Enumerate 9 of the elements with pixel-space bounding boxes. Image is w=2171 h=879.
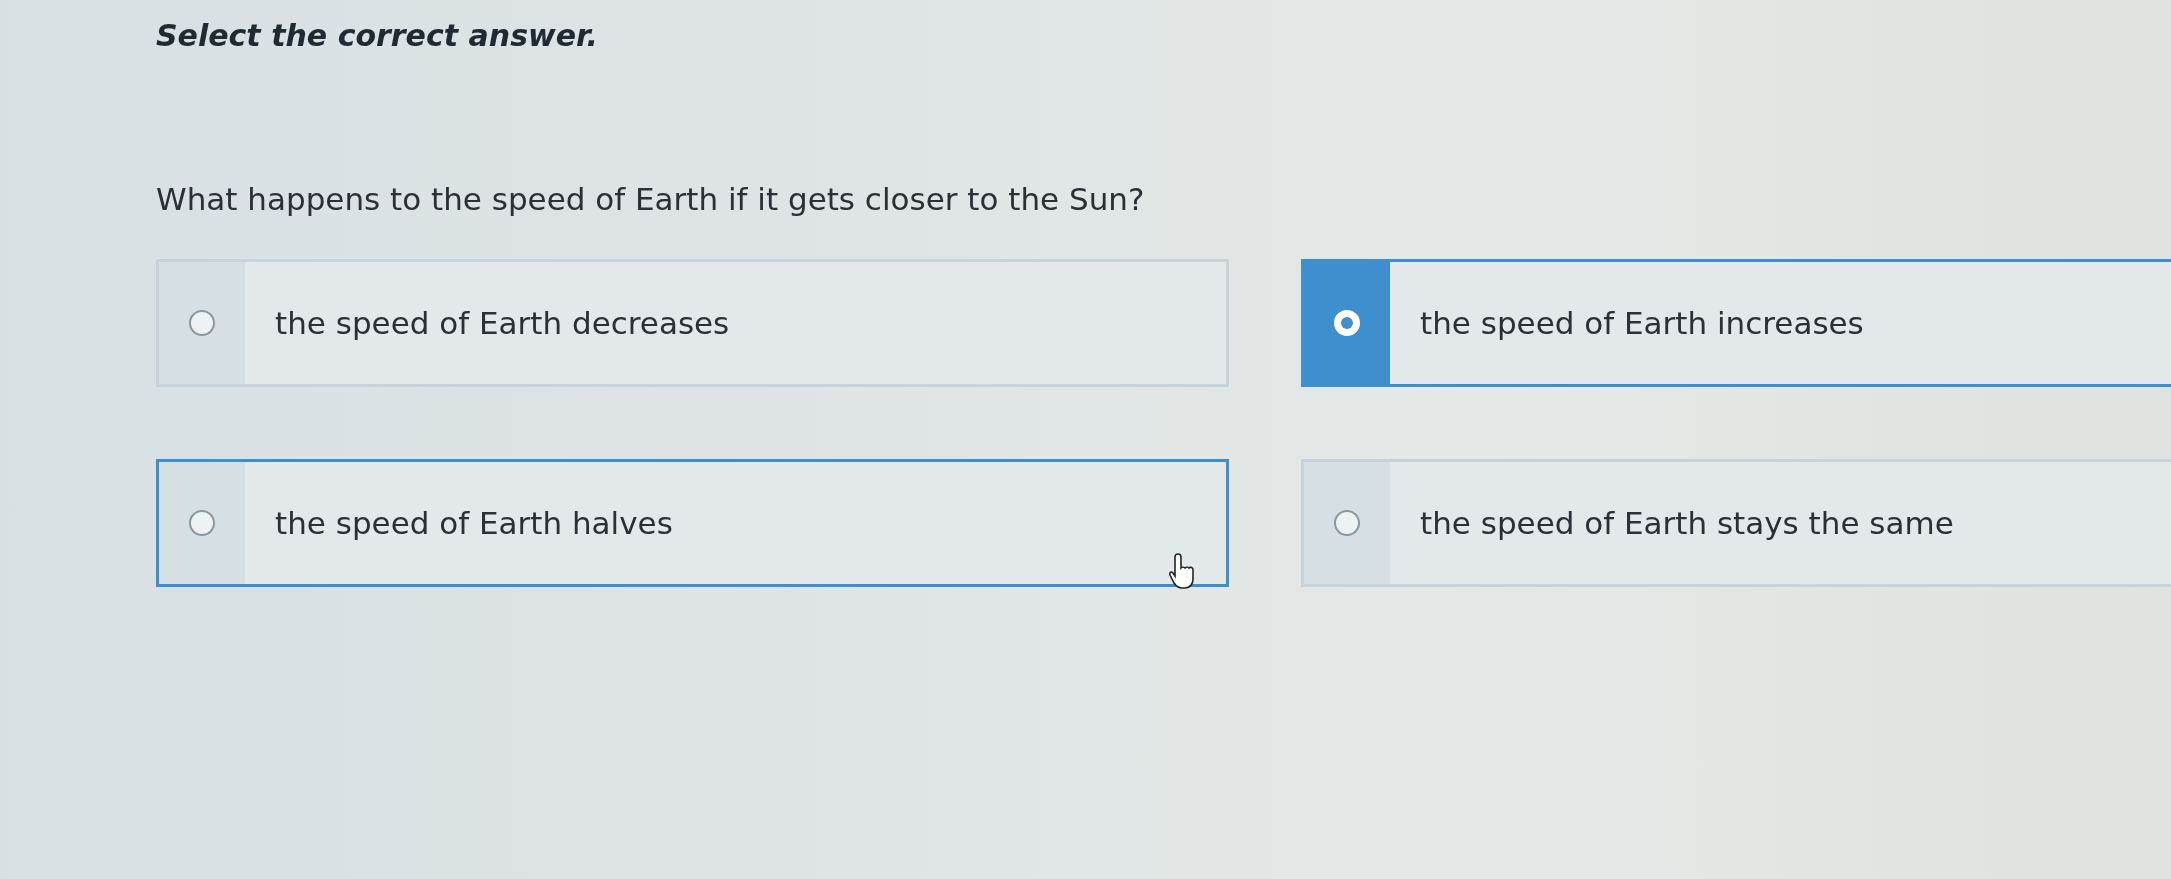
answer-option[interactable]: the speed of Earth stays the same <box>1301 459 2171 587</box>
answer-option[interactable]: the speed of Earth increases <box>1301 259 2171 387</box>
answer-option[interactable]: the speed of Earth decreases <box>156 259 1229 387</box>
instruction-text: Select the correct answer. <box>156 18 599 53</box>
answer-option[interactable]: the speed of Earth halves <box>156 459 1229 587</box>
radio-button[interactable] <box>1334 510 1360 536</box>
radio-button[interactable] <box>189 510 215 536</box>
radio-button[interactable] <box>189 310 215 336</box>
question-text: What happens to the speed of Earth if it gets closer to the Sun? <box>156 181 1146 217</box>
